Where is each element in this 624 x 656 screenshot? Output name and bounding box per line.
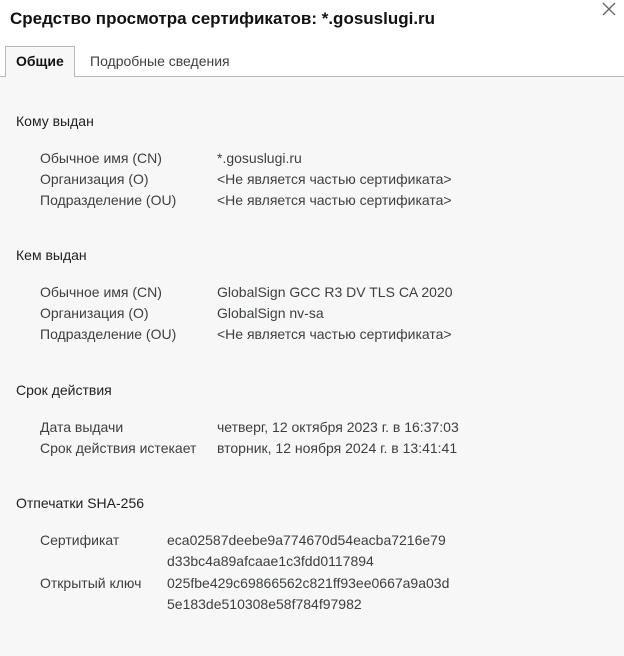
dialog-title: Средство просмотра сертификатов: *.gosus… [10,9,436,28]
issue-date-value: четверг, 12 октября 2023 г. в 16:37:03 [217,419,459,435]
cert-fingerprint-label: Сертификат [40,532,120,548]
section-heading-issued-to: Кому выдан [16,113,94,129]
pubkey-fingerprint-label: Открытый ключ [40,575,142,591]
close-button[interactable] [598,0,620,22]
issued-to-ou-value: <Не является частью сертификата> [217,192,452,208]
issued-by-ou-label: Подразделение (OU) [40,326,177,342]
expiry-date-label: Срок действия истекает [40,440,197,456]
issue-date-label: Дата выдачи [40,419,124,435]
cert-fingerprint-value: eca02587deebe9a774670d54eacba7216e79d33b… [167,532,446,569]
close-icon [602,2,616,16]
section-heading-fingerprints: Отпечатки SHA-256 [16,495,145,511]
section-heading-issued-by: Кем выдан [16,247,87,263]
issued-by-o-label: Организация (O) [40,305,149,321]
issued-by-ou-value: <Не является частью сертификата> [217,326,452,342]
issued-by-cn-label: Обычное имя (CN) [40,284,162,300]
issued-to-cn-value: *.gosuslugi.ru [217,150,302,166]
section-heading-validity: Срок действия [16,382,112,398]
issued-to-ou-label: Подразделение (OU) [40,192,177,208]
expiry-date-value: вторник, 12 ноября 2024 г. в 13:41:41 [217,440,458,456]
issued-to-o-value: <Не является частью сертификата> [217,171,452,187]
issued-to-cn-label: Обычное имя (CN) [40,150,162,166]
tab-general[interactable]: Общие [5,46,75,77]
issued-by-cn-value: GlobalSign GCC R3 DV TLS CA 2020 [217,284,453,300]
issued-by-o-value: GlobalSign nv-sa [217,305,324,321]
title-bar: Средство просмотра сертификатов: *.gosus… [0,0,624,40]
issued-to-o-label: Организация (O) [40,171,149,187]
tab-details[interactable]: Подробные сведения [80,48,240,75]
pubkey-fingerprint-value: 025fbe429c69866562c821ff93ee0667a9a03d5e… [167,575,450,612]
tab-bar: Общие Подробные сведения [0,40,624,77]
